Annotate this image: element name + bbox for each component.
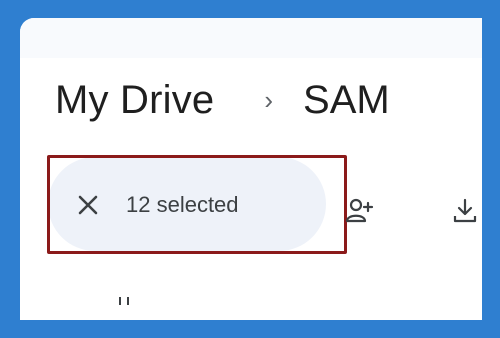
panel-header-strip — [20, 18, 482, 58]
breadcrumb-separator: › — [264, 85, 274, 115]
person-add-icon — [345, 198, 374, 223]
highlight-annotation — [47, 155, 347, 254]
share-button[interactable] — [345, 196, 375, 226]
breadcrumb-my-drive[interactable]: My Drive — [55, 78, 214, 123]
download-icon — [453, 198, 477, 223]
partial-list-header — [118, 292, 142, 305]
breadcrumb-current-folder[interactable]: SAM — [303, 78, 390, 123]
breadcrumb: My Drive › SAM — [55, 78, 390, 123]
partial-glyph-icon — [119, 297, 129, 305]
download-button[interactable] — [450, 196, 480, 226]
